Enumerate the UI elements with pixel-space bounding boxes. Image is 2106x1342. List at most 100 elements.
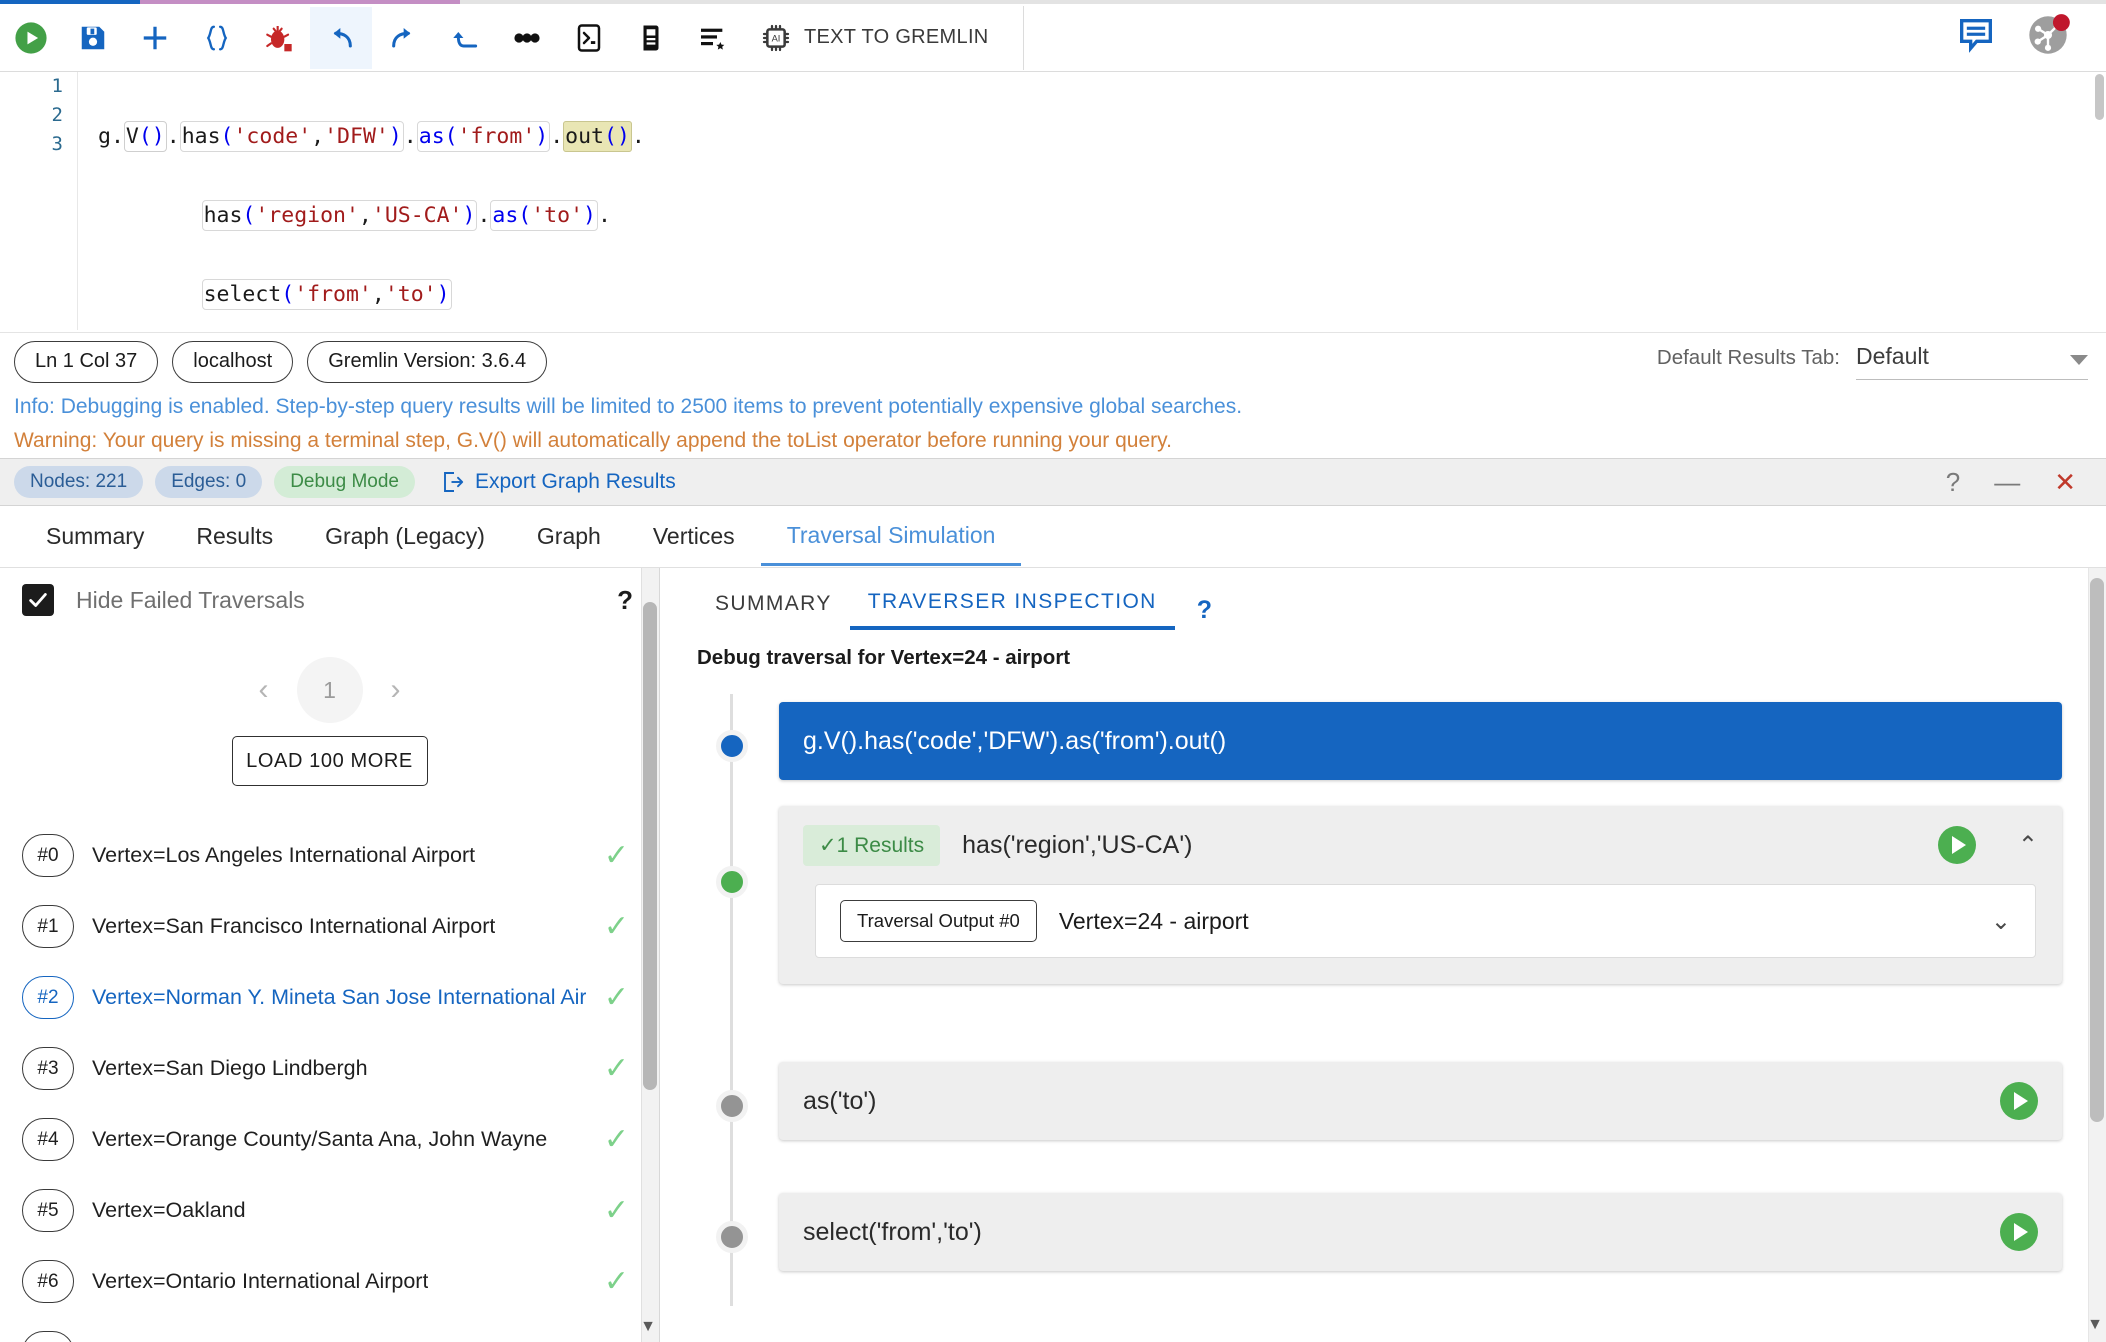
tab-traverser-inspection[interactable]: TRAVERSER INSPECTION [849, 590, 1175, 630]
pager-current-page[interactable]: 1 [296, 657, 363, 723]
text-to-gremlin-label: TEXT TO GREMLIN [804, 26, 989, 48]
help-icon[interactable]: ? [1946, 469, 1960, 495]
vertex-label: Vertex=Oakland [92, 1198, 246, 1222]
run-query-button[interactable] [0, 7, 62, 69]
traversal-step-idle[interactable]: as('to') [779, 1062, 2062, 1140]
help-icon[interactable]: ? [1197, 596, 1212, 625]
vertex-index-badge: #1 [22, 905, 74, 948]
step-into-button[interactable] [434, 7, 496, 69]
traversal-list-panel: Hide Failed Traversals ? ‹ 1 › LOAD 100 … [0, 568, 660, 1342]
export-graph-results-label: Export Graph Results [474, 470, 676, 493]
debug-traversal-heading: Debug traversal for Vertex=24 - airport [697, 646, 1071, 669]
left-panel-scrollbar-thumb[interactable] [643, 602, 657, 1090]
vertex-label: Vertex=Los Angeles International Airport [92, 843, 476, 867]
query-editor[interactable]: 1 2 3 g.V().has('code','DFW').as('from')… [0, 72, 2106, 330]
run-step-button[interactable] [2000, 1213, 2038, 1251]
tab-graph[interactable]: Graph [511, 508, 627, 566]
plus-icon [143, 26, 167, 49]
right-panel-scrollbar-thumb[interactable] [2090, 578, 2104, 1122]
status-check-icon: ✓ [603, 1264, 629, 1298]
list-item[interactable]: #7 Vertex=Palm Springs International Air… [0, 1317, 659, 1342]
play-circle-icon [15, 21, 47, 54]
scroll-down-icon[interactable]: ▼ [2087, 1316, 2103, 1334]
connection-host-chip: localhost [172, 340, 294, 383]
hide-failed-traversals-row: Hide Failed Traversals ? [0, 568, 659, 632]
editor-scrollbar-thumb[interactable] [2095, 74, 2104, 120]
new-query-button[interactable] [124, 7, 186, 69]
editor-status-bar: Ln 1 Col 37 localhost Gremlin Version: 3… [0, 332, 2106, 390]
help-icon[interactable]: ? [617, 585, 633, 616]
save-query-button[interactable] [62, 7, 124, 69]
left-panel-scrollbar[interactable]: ▼ [640, 568, 659, 1342]
window-controls: ? — ✕ [1946, 469, 2106, 495]
results-window-bar: Nodes: 221 Edges: 0 Debug Mode Export Gr… [0, 458, 2106, 506]
timeline-node-idle [716, 1221, 748, 1253]
status-check-icon: ✓ [603, 838, 629, 872]
chevron-up-icon[interactable]: ⌃ [2018, 831, 2038, 860]
vertex-list: #0 Vertex=Los Angeles International Airp… [0, 820, 659, 1342]
close-icon[interactable]: ✕ [2054, 469, 2076, 495]
nodes-count-badge: Nodes: 221 [14, 466, 144, 498]
list-item[interactable]: #3 Vertex=San Diego Lindbergh ✓ [0, 1033, 659, 1104]
list-item[interactable]: #0 Vertex=Los Angeles International Airp… [0, 820, 659, 891]
console-button[interactable] [558, 7, 620, 69]
list-item[interactable]: #6 Vertex=Ontario International Airport … [0, 1246, 659, 1317]
tab-results[interactable]: Results [170, 508, 299, 566]
vertex-label: Vertex=Norman Y. Mineta San Jose Interna… [92, 985, 586, 1009]
format-json-button[interactable] [186, 7, 248, 69]
undo-button[interactable] [310, 6, 372, 69]
vertex-index-badge: #0 [22, 834, 74, 877]
editor-gutter: 1 2 3 [0, 72, 78, 330]
save-disk-icon [81, 26, 105, 49]
ellipsis-icon [514, 32, 540, 43]
editor-code-area[interactable]: g.V().has('code','DFW').as('from').out()… [78, 72, 2092, 330]
export-graph-results-button[interactable]: Export Graph Results [441, 470, 676, 494]
code-line-2: has('region','US-CA').as('to'). [78, 200, 2092, 231]
redo-arrow-icon [392, 27, 411, 48]
list-item[interactable]: #5 Vertex=Oakland ✓ [0, 1175, 659, 1246]
main-toolbar: AI TEXT TO GREMLIN [0, 4, 2106, 72]
tab-vertices[interactable]: Vertices [627, 508, 761, 566]
right-panel-scrollbar[interactable]: ▼ [2087, 568, 2106, 1342]
edges-count-badge: Edges: 0 [155, 466, 263, 498]
traversal-output-card[interactable]: Traversal Output #0 Vertex=24 - airport … [815, 884, 2036, 958]
traversal-step-idle[interactable]: select('from','to') [779, 1193, 2062, 1271]
debug-button[interactable] [248, 7, 310, 69]
tab-graph-legacy[interactable]: Graph (Legacy) [299, 508, 511, 566]
vertex-label: Vertex=San Francisco International Airpo… [92, 914, 496, 938]
info-message: Info: Debugging is enabled. Step-by-step… [14, 395, 1243, 418]
tab-summary-sub[interactable]: SUMMARY [697, 592, 850, 628]
graph-notification-button[interactable] [2026, 13, 2070, 62]
tab-traversal-simulation[interactable]: Traversal Simulation [760, 508, 1022, 566]
line-number: 2 [51, 104, 63, 126]
vertex-index-badge: #5 [22, 1189, 74, 1232]
traverser-inspection-panel: SUMMARY TRAVERSER INSPECTION ? Debug tra… [661, 568, 2106, 1342]
load-more-button[interactable]: LOAD 100 MORE [231, 736, 428, 786]
scroll-down-icon[interactable]: ▼ [640, 1318, 656, 1336]
traversal-step-header: g.V().has('code','DFW').as('from').out() [779, 702, 2062, 780]
pager-prev-button[interactable]: ‹ [259, 675, 269, 705]
hide-failed-traversals-checkbox[interactable] [22, 584, 54, 616]
list-item[interactable]: #2 Vertex=Norman Y. Mineta San Jose Inte… [0, 962, 659, 1033]
list-item[interactable]: #4 Vertex=Orange County/Santa Ana, John … [0, 1104, 659, 1175]
format-list-button[interactable] [682, 7, 744, 69]
chevron-down-icon[interactable]: ⌄ [1991, 907, 2011, 936]
tab-summary[interactable]: Summary [20, 508, 170, 566]
default-results-tab-select[interactable]: Default [1856, 343, 2088, 380]
redo-button[interactable] [372, 7, 434, 69]
traversal-step-active[interactable]: g.V().has('code','DFW').as('from').out() [779, 702, 2062, 780]
run-step-button[interactable] [2000, 1082, 2038, 1120]
run-step-button[interactable] [1937, 826, 1976, 864]
minimize-icon[interactable]: — [1994, 469, 2020, 495]
traversal-step-expanded[interactable]: ✓1 Results has('region','US-CA') ⌃ Trave… [779, 806, 2062, 984]
list-item[interactable]: #1 Vertex=San Francisco International Ai… [0, 891, 659, 962]
text-to-gremlin-button[interactable]: AI TEXT TO GREMLIN [744, 7, 1005, 69]
notebook-button[interactable] [620, 7, 682, 69]
comments-button[interactable] [1956, 15, 1996, 60]
traversal-step-text: g.V().has('code','DFW').as('from').out() [803, 726, 1227, 755]
default-results-tab-label: Default Results Tab: [1656, 346, 1840, 369]
status-check-icon: ✓ [603, 1122, 629, 1156]
more-options-button[interactable] [496, 7, 558, 69]
default-results-tab-group: Default Results Tab: Default [1657, 343, 2106, 380]
pager-next-button[interactable]: › [391, 675, 401, 705]
